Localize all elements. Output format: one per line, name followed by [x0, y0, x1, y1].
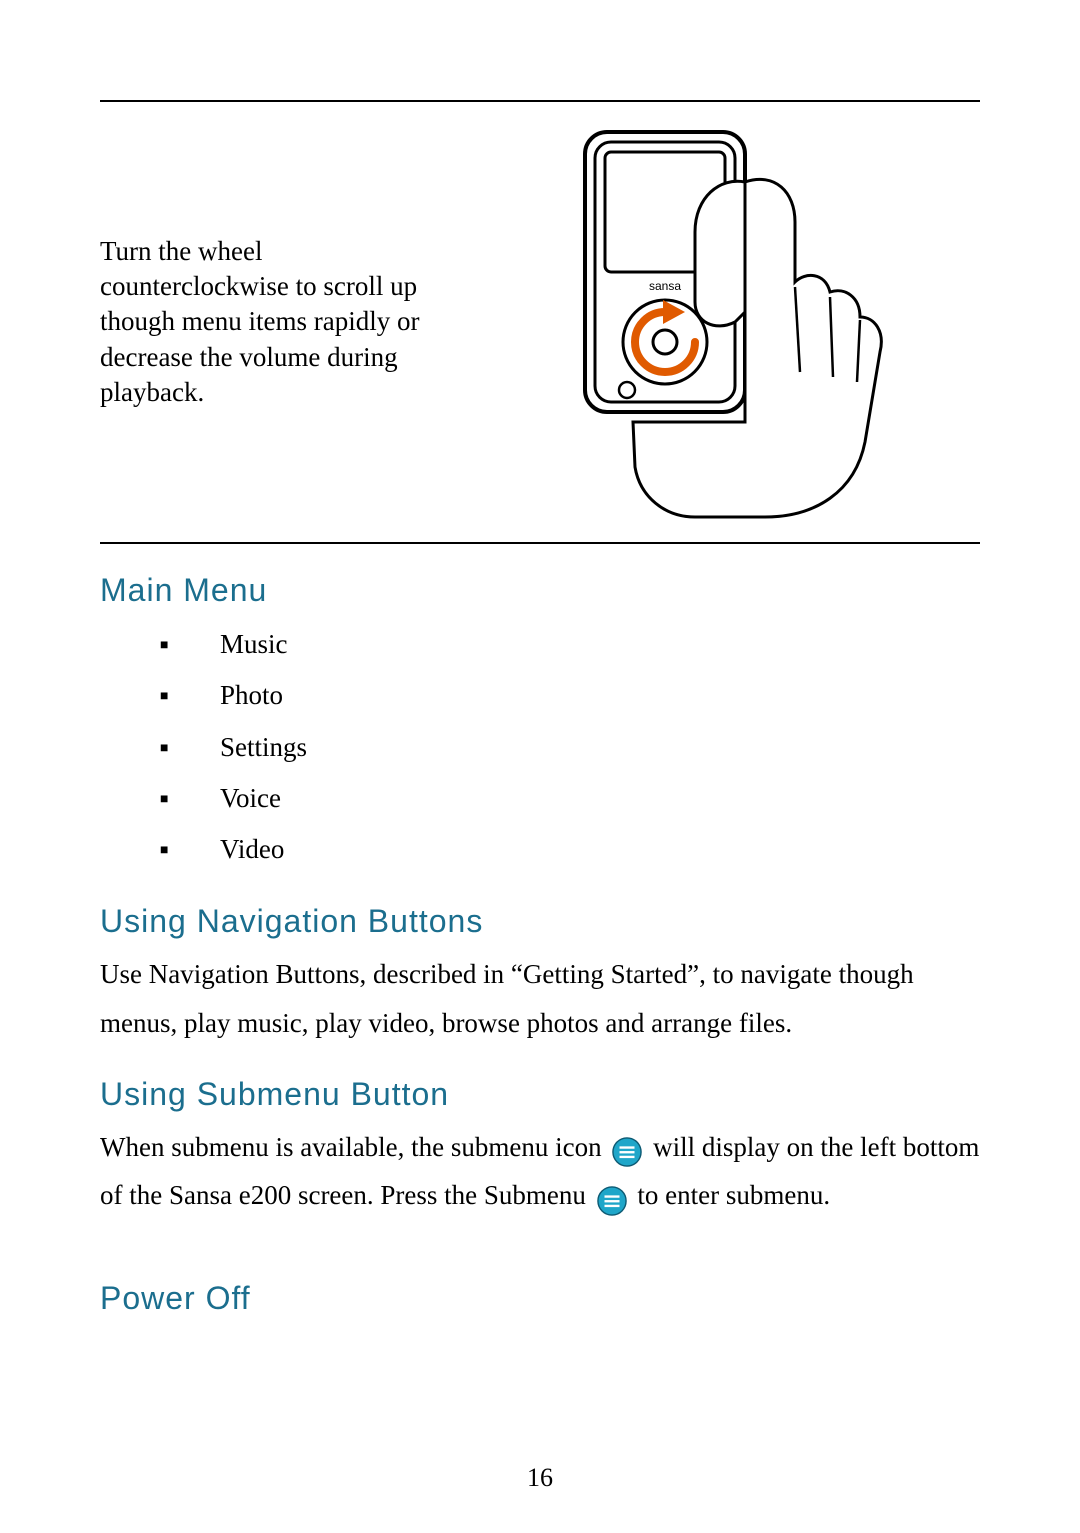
- intro-section: Turn the wheel counterclockwise to scrol…: [100, 122, 980, 522]
- main-menu-list: Music Photo Settings Voice Video: [100, 619, 980, 875]
- mid-divider: [100, 542, 980, 544]
- submenu-body: When submenu is available, the submenu i…: [100, 1123, 980, 1220]
- submenu-icon: [612, 1134, 642, 1164]
- device-brand-label: sansa: [649, 279, 681, 293]
- submenu-body-part3: to enter submenu.: [637, 1180, 830, 1210]
- device-illustration: sansa: [470, 122, 980, 522]
- list-item: Photo: [160, 670, 980, 721]
- list-item: Video: [160, 824, 980, 875]
- heading-power-off: Power Off: [100, 1280, 980, 1317]
- list-item: Voice: [160, 773, 980, 824]
- submenu-icon: [597, 1183, 627, 1213]
- heading-submenu-button: Using Submenu Button: [100, 1076, 980, 1113]
- heading-main-menu: Main Menu: [100, 572, 980, 609]
- heading-navigation-buttons: Using Navigation Buttons: [100, 903, 980, 940]
- intro-paragraph: Turn the wheel counterclockwise to scrol…: [100, 234, 440, 409]
- top-divider: [100, 100, 980, 102]
- submenu-body-part1: When submenu is available, the submenu i…: [100, 1132, 602, 1162]
- list-item: Settings: [160, 722, 980, 773]
- list-item: Music: [160, 619, 980, 670]
- navigation-buttons-body: Use Navigation Buttons, described in “Ge…: [100, 950, 980, 1047]
- document-page: Turn the wheel counterclockwise to scrol…: [0, 0, 1080, 1533]
- page-number: 16: [0, 1463, 1080, 1493]
- hand-holding-device-icon: sansa: [545, 122, 905, 522]
